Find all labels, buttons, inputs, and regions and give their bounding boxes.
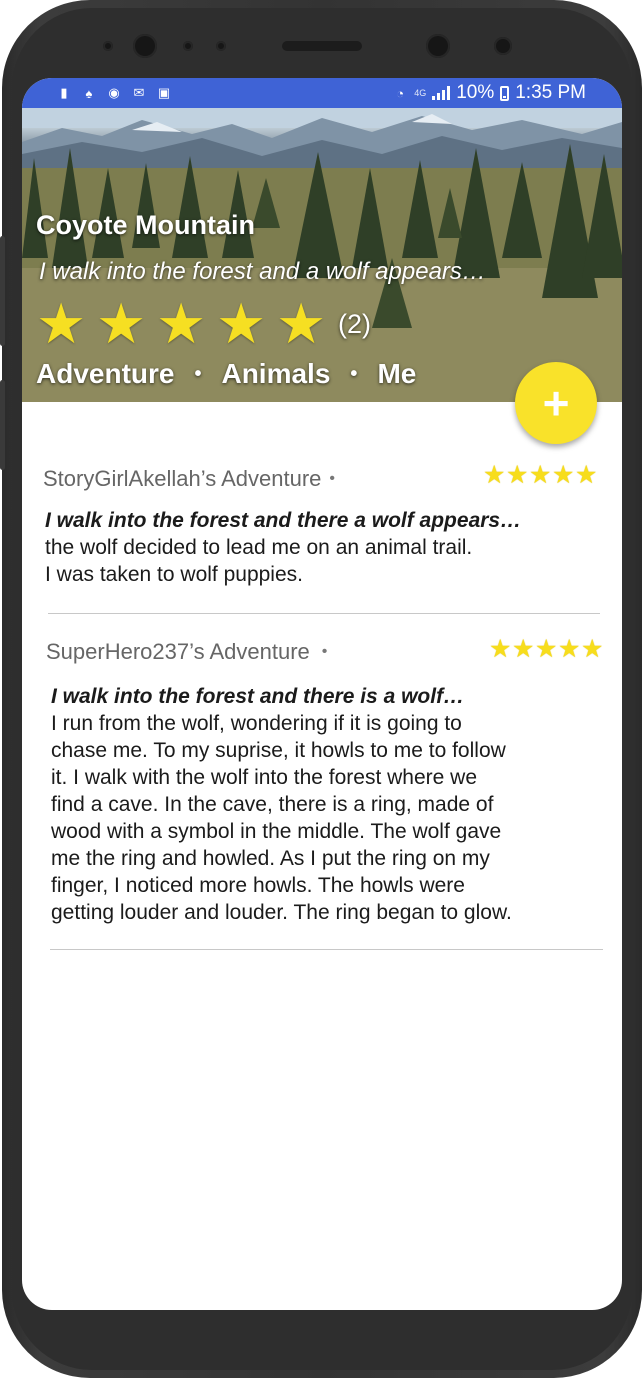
- star-icon: ★: [581, 635, 604, 663]
- review-line: find a cave. In the cave, there is a rin…: [51, 793, 494, 816]
- review-line: finger, I noticed more howls. The howls …: [51, 874, 465, 897]
- story-title: Coyote Mountain: [36, 210, 255, 240]
- star-icon: ★: [483, 461, 506, 489]
- star-icon: ★: [558, 635, 581, 663]
- review-line: it. I walk with the wolf into the forest…: [51, 766, 478, 789]
- star-icon: ★: [535, 635, 558, 663]
- rating-count: (2): [338, 308, 371, 339]
- front-sensor-icon: [103, 41, 113, 51]
- iris-scanner-icon: [426, 34, 450, 58]
- front-camera-icon: [133, 34, 157, 58]
- review-line: chase me. To my suprise, it howls to me …: [51, 739, 506, 762]
- star-icon: ★: [506, 461, 529, 489]
- tag-separator: •: [194, 362, 202, 385]
- star-icon: ★: [276, 292, 327, 355]
- battery-icon: [500, 85, 510, 101]
- messenger-icon: ◉: [108, 85, 120, 100]
- plus-icon: +: [542, 377, 570, 429]
- review-author: StoryGirlAkellah’s Adventure •: [43, 466, 335, 492]
- status-bar: ▮ ♠ ◉ ✉ ▣ ◔ 4G 10% 1:35 PM: [22, 78, 622, 108]
- tag-animals[interactable]: Animals: [221, 358, 330, 390]
- review-card[interactable]: StoryGirlAkellah’s Adventure • ★ ★ ★ ★ ★…: [22, 448, 622, 618]
- story-tags: Adventure • Animals • Me: [36, 358, 416, 390]
- app-screen: ▮ ♠ ◉ ✉ ▣ ◔ 4G 10% 1:35 PM Coyote Mounta…: [22, 78, 622, 1310]
- review-line: the wolf decided to lead me on an animal…: [45, 536, 473, 559]
- wifi-icon: ◔: [396, 85, 405, 101]
- tag-adventure[interactable]: Adventure: [36, 358, 174, 390]
- review-text: I walk into the forest and there is a wo…: [51, 683, 512, 926]
- instagram-icon: ▣: [157, 85, 171, 100]
- snapchat-icon: ♠: [85, 85, 93, 101]
- review-author: SuperHero237’s Adventure •: [46, 639, 327, 665]
- review-divider: [50, 949, 603, 950]
- star-icon: ★: [552, 461, 575, 489]
- notification-icons: ▮ ♠ ◉ ✉ ▣: [56, 85, 172, 101]
- story-header: Coyote Mountain I walk into the forest a…: [22, 108, 622, 402]
- star-icon: ★: [489, 635, 512, 663]
- star-icon: ★: [36, 292, 87, 355]
- front-sensor-icon: [183, 41, 193, 51]
- review-rating: ★ ★ ★ ★ ★: [483, 461, 598, 489]
- clock: 1:35 PM: [515, 82, 586, 103]
- review-line: I was taken to wolf puppies.: [45, 563, 303, 586]
- tag-separator: •: [350, 362, 358, 385]
- front-sensor-icon: [494, 37, 512, 55]
- review-line: I run from the wolf, wondering if it is …: [51, 712, 462, 735]
- front-sensor-icon: [216, 41, 226, 51]
- tag-me[interactable]: Me: [377, 358, 416, 390]
- review-line: getting louder and louder. The ring bega…: [51, 901, 512, 924]
- story-rating: ★ ★ ★ ★ ★ (2): [36, 292, 371, 355]
- gmail-icon: ✉: [133, 85, 145, 100]
- add-adventure-button[interactable]: +: [515, 362, 597, 444]
- volume-button: [0, 236, 5, 346]
- review-line: me the ring and howled. As I put the rin…: [51, 847, 490, 870]
- battery-percent: 10%: [456, 82, 495, 103]
- star-icon: ★: [575, 461, 598, 489]
- review-lead: I walk into the forest and there a wolf …: [45, 509, 522, 532]
- review-text: I walk into the forest and there a wolf …: [45, 507, 521, 588]
- power-button: [0, 380, 5, 470]
- earpiece-speaker: [282, 41, 362, 51]
- review-dot: •: [321, 643, 328, 660]
- story-subtitle: I walk into the forest and a wolf appear…: [39, 258, 486, 285]
- signal-icon: [432, 86, 451, 100]
- review-line: wood with a symbol in the middle. The wo…: [51, 820, 502, 843]
- star-icon: ★: [216, 292, 267, 355]
- star-icon: ★: [156, 292, 207, 355]
- star-icon: ★: [96, 292, 147, 355]
- system-indicators: ◔ 4G 10% 1:35 PM: [392, 82, 586, 104]
- network-type: 4G: [414, 88, 427, 98]
- review-divider: [48, 613, 600, 614]
- review-lead: I walk into the forest and there is a wo…: [51, 685, 465, 708]
- review-card[interactable]: SuperHero237’s Adventure • ★ ★ ★ ★ ★ I w…: [22, 623, 622, 953]
- review-rating: ★ ★ ★ ★ ★: [489, 635, 604, 663]
- review-dot: •: [329, 470, 336, 487]
- star-icon: ★: [512, 635, 535, 663]
- alert-icon: ▮: [60, 85, 68, 100]
- star-icon: ★: [529, 461, 552, 489]
- review-author-name: StoryGirlAkellah’s Adventure: [43, 466, 322, 491]
- review-author-name: SuperHero237’s Adventure: [46, 639, 310, 664]
